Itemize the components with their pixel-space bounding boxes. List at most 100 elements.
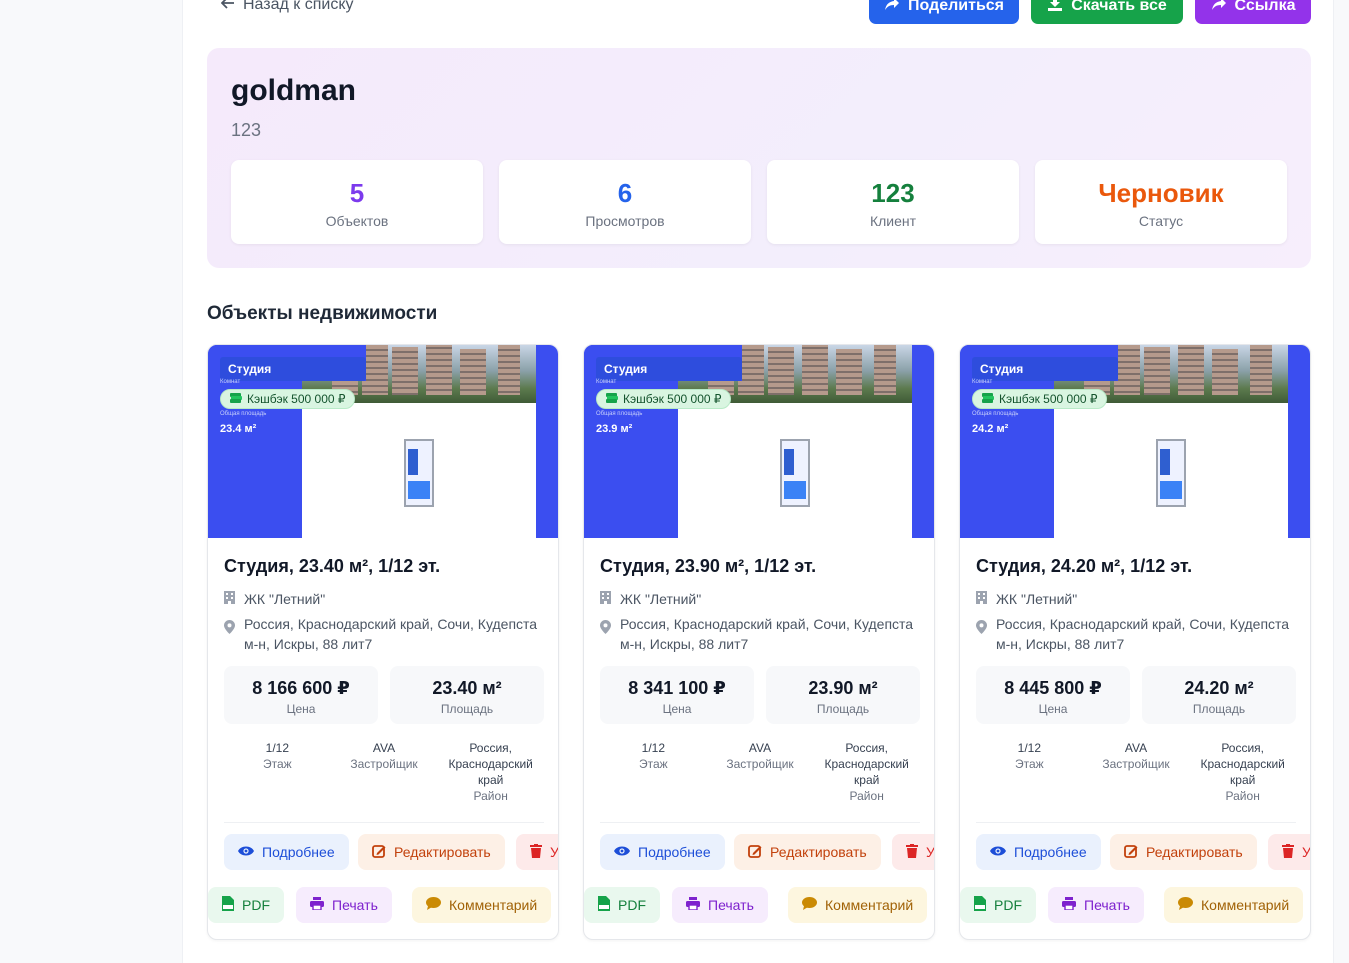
comment-button[interactable]: Комментарий <box>1164 887 1304 923</box>
card-body: Студия, 23.40 м², 1/12 эт. ЖК "Летний" Р… <box>224 538 544 804</box>
studio-tag: Студия <box>220 357 366 381</box>
back-to-list-link[interactable]: Назад к списку <box>220 0 354 14</box>
edit-button[interactable]: Редактировать <box>1110 834 1257 870</box>
floor-value: 1/12 <box>265 741 290 755</box>
region-label: Район <box>849 789 884 803</box>
property-image[interactable]: Студия Комнат Кэшбэк 500 000 ₽ Общая пло… <box>960 345 1310 538</box>
cashback-text: Кэшбэк 500 000 ₽ <box>623 392 722 406</box>
image-blue-edge <box>1288 345 1310 538</box>
key-figures: 8 341 100 ₽ Цена 23.90 м² Площадь <box>600 666 920 724</box>
printer-icon <box>310 897 324 913</box>
pdf-button[interactable]: PDF <box>960 887 1036 923</box>
delete-button[interactable]: У <box>892 834 934 870</box>
edit-label: Редактировать <box>770 844 867 860</box>
share-button[interactable]: Поделиться <box>869 0 1019 24</box>
trash-icon <box>530 843 542 861</box>
share-label: Поделиться <box>907 0 1005 14</box>
pdf-file-icon <box>222 896 234 914</box>
delete-button[interactable]: У <box>1268 834 1310 870</box>
map-pin-icon <box>600 615 612 654</box>
comment-icon <box>802 897 817 913</box>
pdf-button[interactable]: PDF <box>584 887 660 923</box>
area-value: 23.90 м² <box>808 678 878 698</box>
rooms-tiny-label: Комнат <box>220 379 241 385</box>
floor-value: 1/12 <box>1017 741 1042 755</box>
comment-label: Комментарий <box>825 897 914 913</box>
cashback-text: Кэшбэк 500 000 ₽ <box>999 392 1098 406</box>
section-title: Объекты недвижимости <box>207 303 438 324</box>
region-value: Россия, Краснодарский край <box>448 741 533 787</box>
area-tiny-label: Общая площадь <box>220 411 267 417</box>
print-button[interactable]: Печать <box>296 887 392 923</box>
download-all-button[interactable]: Скачать все <box>1031 0 1183 24</box>
main-content: Назад к списку Поделиться Скачать все Сс… <box>182 0 1334 963</box>
region-value: Россия, Краснодарский край <box>824 741 909 787</box>
price-box: 8 166 600 ₽ Цена <box>224 666 378 724</box>
stat-label: Просмотров <box>585 213 665 229</box>
property-image[interactable]: Студия Комнат Кэшбэк 500 000 ₽ Общая пло… <box>208 345 558 538</box>
region-cell: Россия, Краснодарский край Район <box>813 740 920 804</box>
property-title[interactable]: Студия, 23.40 м², 1/12 эт. <box>224 556 544 577</box>
developer-cell: AVA Застройщик <box>1083 740 1190 804</box>
area-tiny-label: Общая площадь <box>972 411 1019 417</box>
property-meta: 1/12 Этаж AVA Застройщик Россия, Краснод… <box>600 740 920 804</box>
stat-status: Черновик Статус <box>1035 160 1287 244</box>
complex-name: ЖК "Летний" <box>244 591 326 607</box>
pdf-label: PDF <box>994 897 1022 913</box>
plan-room <box>784 449 794 475</box>
divider <box>976 822 1296 823</box>
floor-cell: 1/12 Этаж <box>976 740 1083 804</box>
address-text: Россия, Краснодарский край, Сочи, Кудепс… <box>996 616 1290 652</box>
cashback-badge: Кэшбэк 500 000 ₽ <box>972 389 1107 409</box>
developer-cell: AVA Застройщик <box>707 740 814 804</box>
stat-value: 6 <box>617 178 633 208</box>
edit-icon <box>372 844 386 861</box>
details-label: Подробнее <box>638 844 711 860</box>
floor-label: Этаж <box>262 757 292 771</box>
studio-tag: Студия <box>596 357 742 381</box>
complex-row: ЖК "Летний" <box>600 589 920 610</box>
developer-label: Застройщик <box>350 757 418 771</box>
address-text: Россия, Краснодарский край, Сочи, Кудепс… <box>244 616 538 652</box>
money-icon <box>605 392 619 407</box>
address-row: Россия, Краснодарский край, Сочи, Кудепс… <box>976 614 1296 654</box>
image-area-value: 24.2 м² <box>972 423 1009 435</box>
address-row: Россия, Краснодарский край, Сочи, Кудепс… <box>600 614 920 654</box>
comment-button[interactable]: Комментарий <box>788 887 928 923</box>
property-image[interactable]: Студия Комнат Кэшбэк 500 000 ₽ Общая пло… <box>584 345 934 538</box>
print-button[interactable]: Печать <box>672 887 768 923</box>
complex-row: ЖК "Летний" <box>224 589 544 610</box>
download-icon <box>1047 0 1063 16</box>
building-shape <box>1250 345 1272 395</box>
building-icon <box>224 590 236 610</box>
key-figures: 8 166 600 ₽ Цена 23.40 м² Площадь <box>224 666 544 724</box>
link-button[interactable]: Ссылка <box>1195 0 1311 24</box>
property-title[interactable]: Студия, 24.20 м², 1/12 эт. <box>976 556 1296 577</box>
comment-button[interactable]: Комментарий <box>412 887 552 923</box>
stat-value: 5 <box>349 178 365 208</box>
property-title[interactable]: Студия, 23.90 м², 1/12 эт. <box>600 556 920 577</box>
edit-button[interactable]: Редактировать <box>358 834 505 870</box>
pdf-button[interactable]: PDF <box>208 887 284 923</box>
floor-value: 1/12 <box>641 741 666 755</box>
edit-button[interactable]: Редактировать <box>734 834 881 870</box>
developer-value: AVA <box>372 741 396 755</box>
area-value: 23.40 м² <box>432 678 502 698</box>
details-button[interactable]: Подробнее <box>224 834 349 870</box>
trash-icon <box>1282 843 1294 861</box>
area-label: Площадь <box>1192 702 1246 716</box>
details-button[interactable]: Подробнее <box>976 834 1101 870</box>
details-button[interactable]: Подробнее <box>600 834 725 870</box>
card-body: Студия, 24.20 м², 1/12 эт. ЖК "Летний" Р… <box>976 538 1296 804</box>
collection-header: goldman 123 5 Объектов 6 Просмотров 123 … <box>207 48 1311 268</box>
delete-button[interactable]: У <box>516 834 558 870</box>
print-button[interactable]: Печать <box>1048 887 1144 923</box>
price-label: Цена <box>1038 702 1068 716</box>
building-shape <box>426 345 452 395</box>
plan-room <box>408 481 430 499</box>
details-label: Подробнее <box>1014 844 1087 860</box>
stat-label: Статус <box>1138 213 1184 229</box>
property-card: Студия Комнат Кэшбэк 500 000 ₽ Общая пло… <box>959 344 1311 940</box>
complex-name: ЖК "Летний" <box>996 591 1078 607</box>
cashback-badge: Кэшбэк 500 000 ₽ <box>220 389 355 409</box>
